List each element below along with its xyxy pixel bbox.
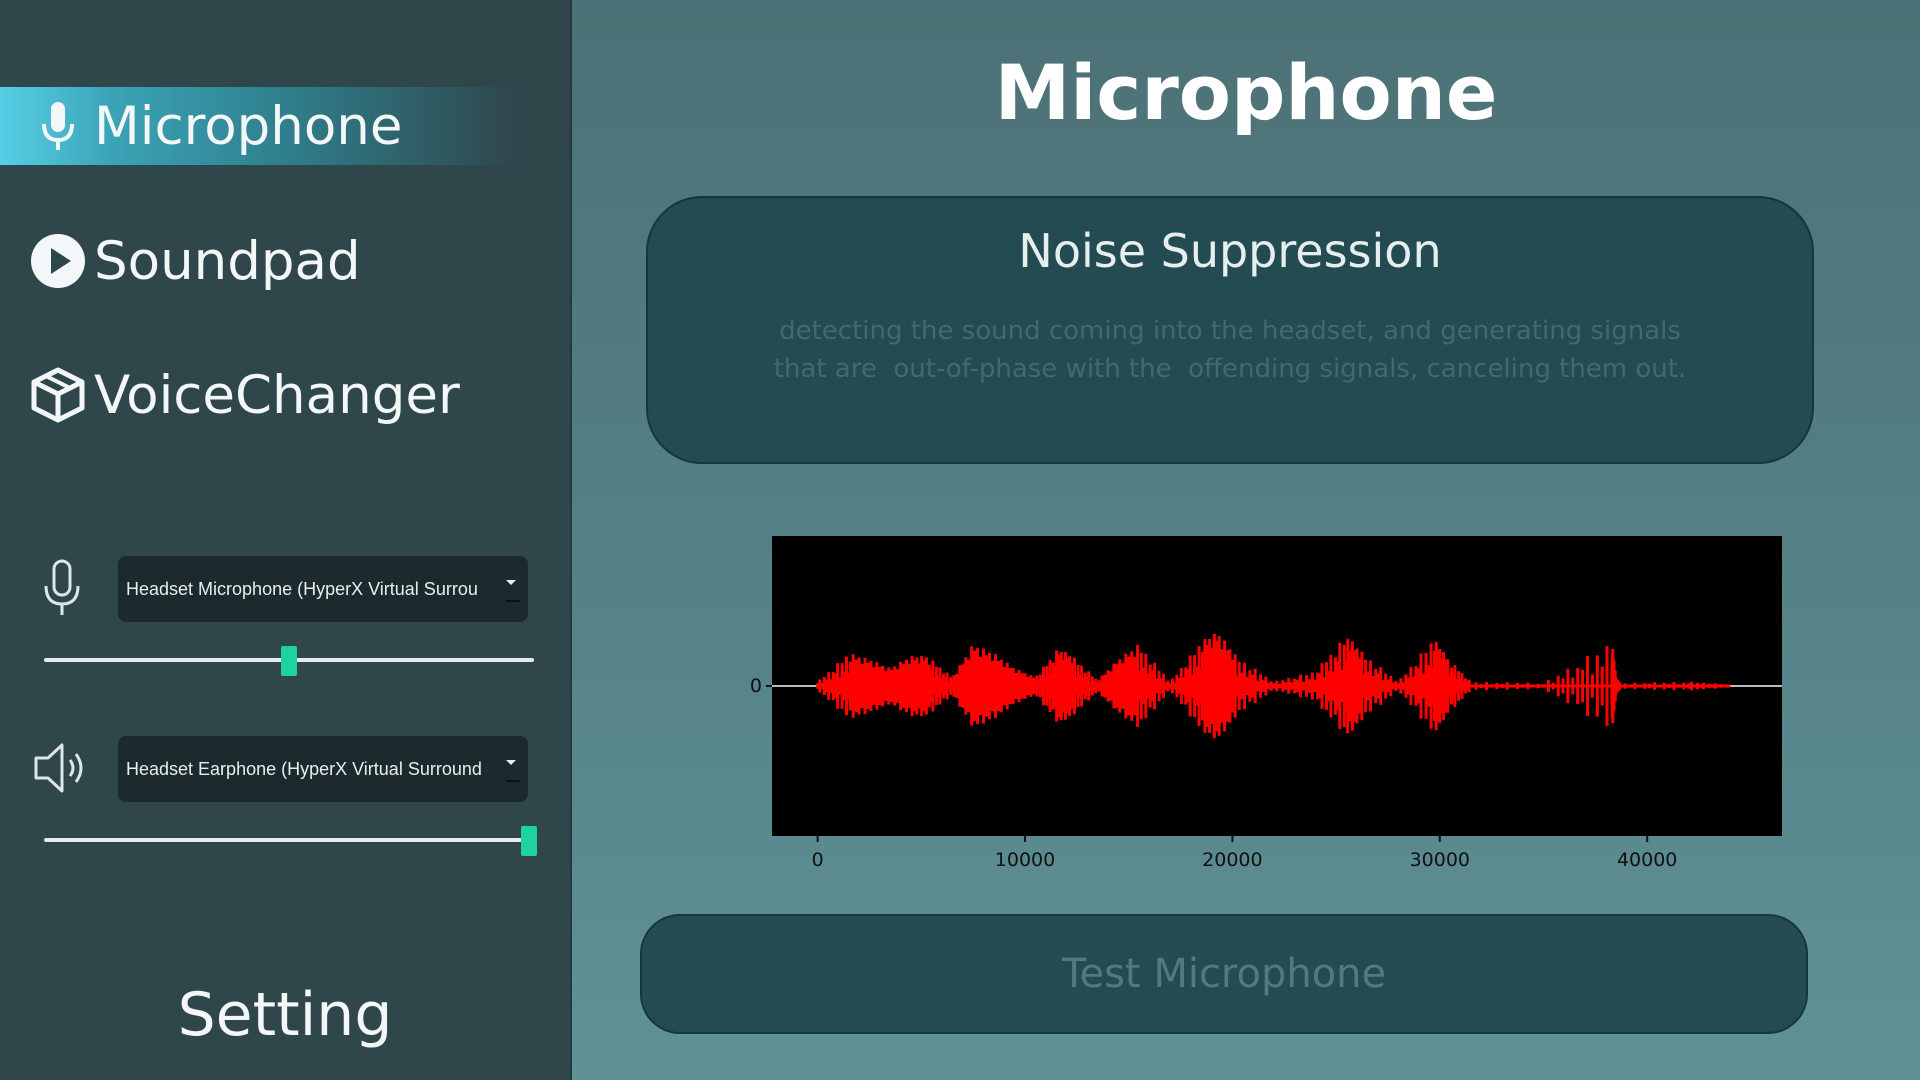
output-device-row: Headset Earphone (HyperX Virtual Surroun… <box>0 736 570 806</box>
card-description: detecting the sound coming into the head… <box>773 316 1687 384</box>
nav-item-voicechanger[interactable]: VoiceChanger <box>0 356 520 434</box>
test-microphone-button[interactable]: Test Microphone <box>640 914 1808 1034</box>
y-tick-label: 0 <box>750 675 762 697</box>
slider-handle[interactable] <box>281 646 297 676</box>
x-tick-label: 20000 <box>1202 849 1262 871</box>
waveform-chart: 0 10000 20000 30000 40000 0 <box>742 536 1782 886</box>
x-tick-label: 30000 <box>1410 849 1470 871</box>
nav-item-microphone[interactable]: Microphone <box>0 87 520 165</box>
slider-track <box>44 838 534 842</box>
output-volume-slider[interactable] <box>44 826 537 856</box>
input-device-selected: Headset Microphone (HyperX Virtual Surro… <box>126 578 478 599</box>
play-circle-icon <box>28 231 88 291</box>
main-panel: Microphone Noise Suppression detecting t… <box>572 0 1920 1080</box>
cube-icon <box>28 365 88 425</box>
slider-handle[interactable] <box>521 826 537 856</box>
page-title: Microphone <box>994 48 1498 137</box>
x-tick-label: 10000 <box>995 849 1055 871</box>
output-device-selected: Headset Earphone (HyperX Virtual Surroun… <box>126 758 482 779</box>
input-volume-slider[interactable] <box>44 646 534 676</box>
x-tick-label: 40000 <box>1617 849 1677 871</box>
speaker-icon <box>30 736 94 800</box>
card-title: Noise Suppression <box>1018 224 1442 278</box>
sidebar: Microphone Soundpad VoiceChanger Headset… <box>0 0 572 1080</box>
noise-suppression-card[interactable]: Noise Suppression detecting the sound co… <box>646 196 1814 464</box>
waveform-svg: 0 10000 20000 30000 40000 0 <box>750 536 1782 871</box>
app-window: Microphone Soundpad VoiceChanger Headset… <box>0 0 1920 1080</box>
nav-label-soundpad: Soundpad <box>94 230 361 292</box>
output-device-select[interactable]: Headset Earphone (HyperX Virtual Surroun… <box>118 736 528 802</box>
microphone-icon <box>28 96 88 156</box>
chevron-down-icon <box>506 580 516 585</box>
nav-item-soundpad[interactable]: Soundpad <box>0 222 520 300</box>
chevron-down-icon <box>506 760 516 765</box>
nav-label-microphone: Microphone <box>94 95 403 157</box>
select-edge <box>506 600 520 602</box>
microphone-outline-icon <box>30 556 94 620</box>
setting-button[interactable]: Setting <box>0 980 570 1050</box>
nav-label-voicechanger: VoiceChanger <box>94 364 460 426</box>
x-tick-label: 0 <box>812 849 824 871</box>
input-device-row: Headset Microphone (HyperX Virtual Surro… <box>0 556 570 626</box>
input-device-select[interactable]: Headset Microphone (HyperX Virtual Surro… <box>118 556 528 622</box>
select-edge <box>506 780 520 782</box>
